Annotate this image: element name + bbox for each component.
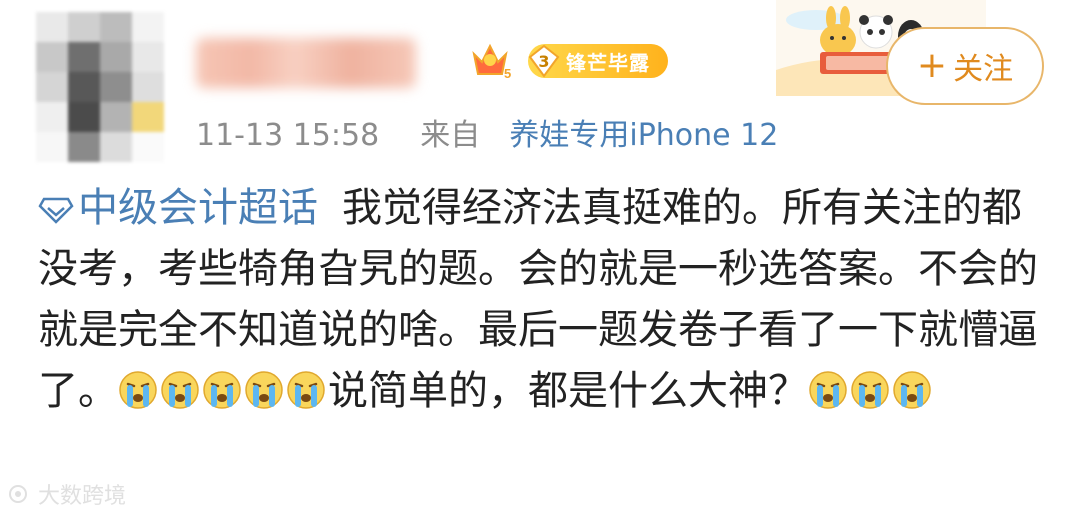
source-prefix: 来自: [420, 118, 481, 153]
follow-button[interactable]: + 关注: [886, 27, 1044, 105]
supertopic-name: 中级会计超话: [78, 185, 318, 231]
supertopic-diamond-icon: [38, 197, 74, 224]
watermark: 大数跨境: [8, 478, 126, 510]
level-number-text: 3: [538, 51, 550, 71]
vip-level-number: 5: [504, 66, 511, 80]
watermark-logo-icon: [9, 485, 27, 503]
avatar[interactable]: [36, 12, 164, 162]
crying-emoji-icon: [244, 367, 284, 409]
crying-emoji-icon: [202, 367, 242, 409]
crying-emoji-icon: [118, 367, 158, 409]
supertopic-link[interactable]: 中级会计超话: [38, 185, 318, 231]
post-meta: 11-13 15:58 来自 养娃专用iPhone 12: [196, 110, 778, 154]
vip-crown-icon: 5: [470, 40, 514, 81]
post-timestamp: 11-13 15:58: [196, 118, 380, 153]
source-device-link[interactable]: 养娃专用iPhone 12: [509, 118, 778, 153]
crying-emoji-icon: [286, 367, 326, 409]
plus-icon: +: [916, 45, 948, 86]
crying-emoji-icon: [850, 367, 890, 409]
level-number: 3: [528, 44, 560, 78]
username-blurred[interactable]: [196, 38, 416, 88]
watermark-text: 大数跨境: [38, 484, 127, 509]
crying-emoji-icon: [808, 367, 848, 409]
crying-emoji-icon: [160, 367, 200, 409]
post-body: 中级会计超话 我觉得经济法真挺难的。所有关注的都没考，考些犄角旮旯的题。会的就是一…: [38, 178, 1048, 422]
post-text-mid: 说简单的，都是什么大神？: [328, 368, 808, 414]
crying-emoji-icon: [892, 367, 932, 409]
level-title: 锋芒毕露: [566, 50, 650, 75]
fan-level-badge[interactable]: 3 锋芒毕露: [528, 44, 668, 78]
follow-button-label: 关注: [953, 52, 1014, 87]
